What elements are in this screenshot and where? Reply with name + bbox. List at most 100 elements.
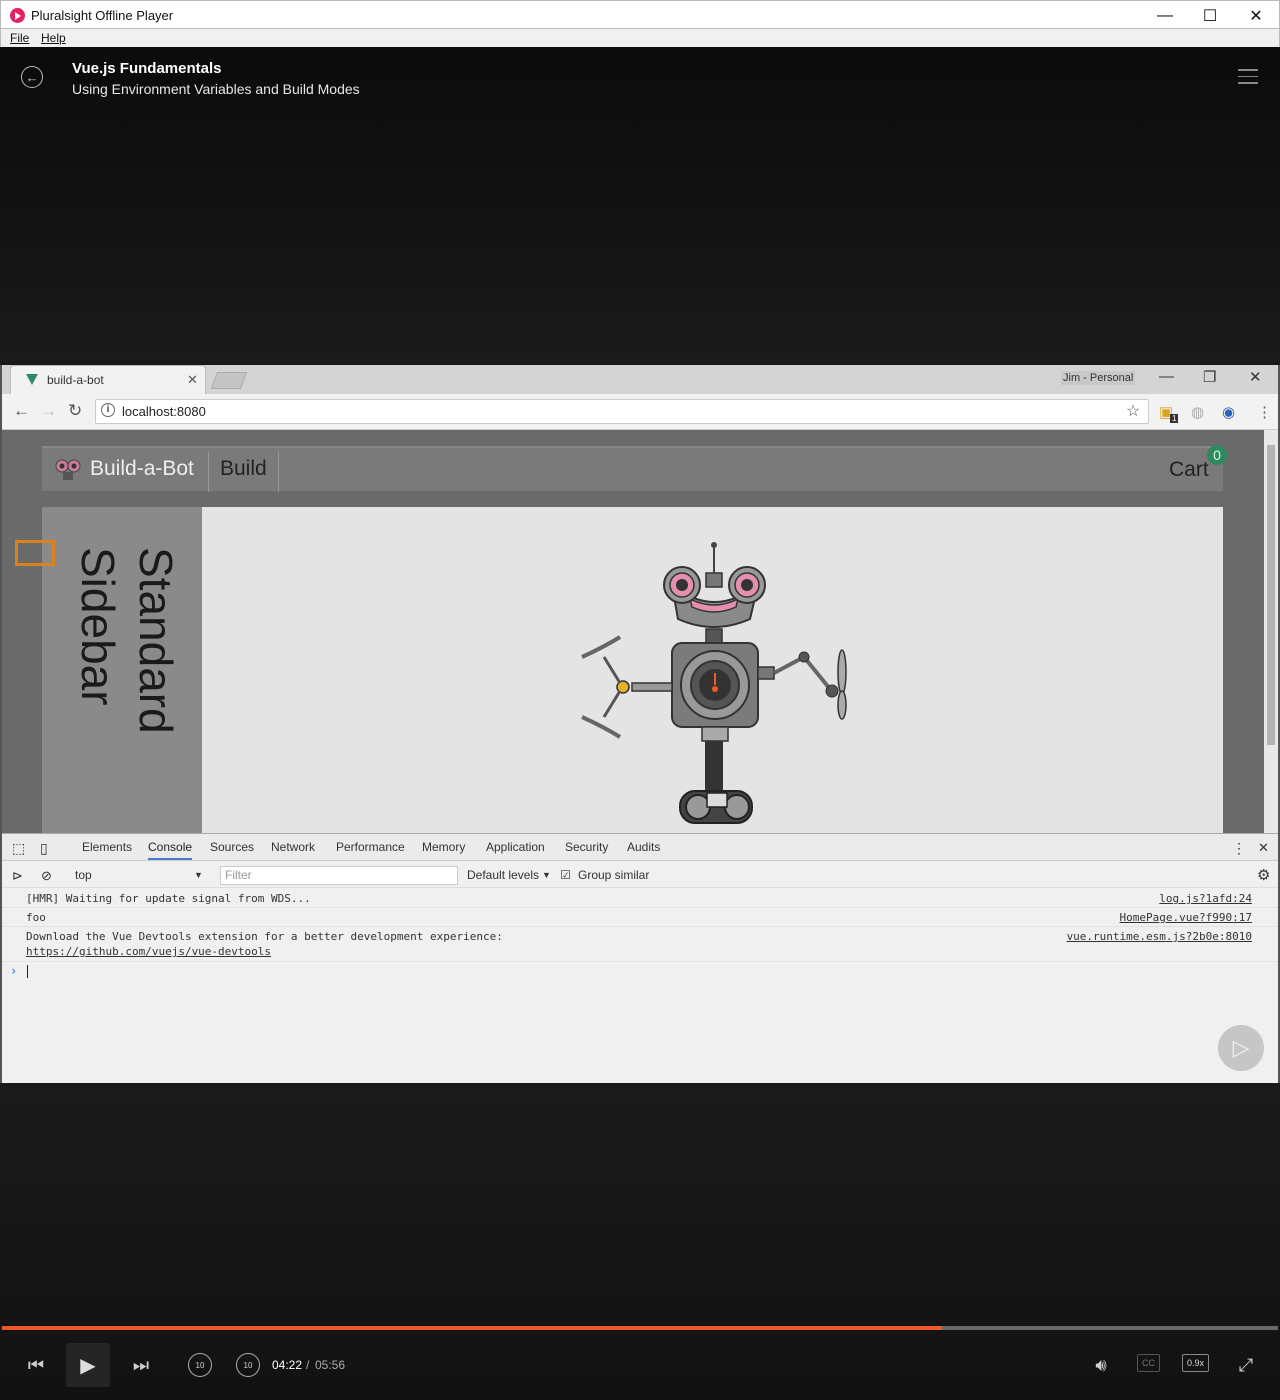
total-time: 05:56 [315,1358,346,1372]
devtools-menu-icon[interactable]: ⋮ [1232,840,1246,857]
clear-console-icon[interactable]: ⊘ [41,868,52,884]
page-scrollbar[interactable] [1264,430,1278,833]
maximize-button[interactable]: ☐ [1187,1,1233,30]
menu-help[interactable]: Help [41,31,66,45]
time-separator: / [306,1358,310,1372]
module-title: Using Environment Variables and Build Mo… [72,81,360,97]
scrollbar-thumb[interactable] [1267,445,1275,745]
tab-application[interactable]: Application [486,840,545,854]
skip-forward-10-icon[interactable]: 10 [236,1353,260,1377]
eye-extension-icon[interactable]: ◉ [1222,403,1235,421]
settings-gear-icon[interactable]: ⚙ [1257,866,1270,884]
browser-tab-title: build-a-bot [47,373,104,387]
bookmark-star-icon[interactable]: ☆ [1126,401,1140,421]
player-header: ← Vue.js Fundamentals Using Environment … [0,47,1280,365]
tab-security[interactable]: Security [565,840,608,854]
profile-label[interactable]: Jim - Personal [1061,371,1136,385]
address-bar[interactable]: i localhost:8080 ☆ [95,399,1149,424]
previous-clip-icon[interactable]: ⏮ [25,1353,47,1377]
captions-button[interactable]: CC [1137,1354,1160,1372]
site-nav: Build-a-Bot Build Cart 0 [42,445,1227,492]
player-controls: ⏮ ▶ ⏭ 10 10 04:22 / 05:56 🔊︎ CC 0.9x ⤢ [0,1083,1280,1400]
console-url-link[interactable]: https://github.com/vuejs/vue-devtools [26,945,271,958]
console-source-link[interactable]: HomePage.vue?f990:17 [1120,911,1252,924]
console-input[interactable] [27,965,28,978]
next-clip-icon[interactable]: ⏭ [130,1353,152,1377]
skip-back-10-icon[interactable]: 10 [188,1353,212,1377]
minimize-button[interactable]: — [1142,1,1188,30]
play-icon: ▶ [80,1354,96,1377]
tab-network[interactable]: Network [271,840,315,854]
nav-divider [208,452,209,492]
console-message-text: foo [26,911,46,924]
devtools-panel: ⬚ ▯ Elements Console Sources Network Per… [2,833,1278,1083]
current-time: 04:22 [272,1358,303,1372]
tab-performance[interactable]: Performance [336,840,405,854]
brand-link[interactable]: Build-a-Bot [90,457,194,481]
robot-logo-icon [55,459,81,480]
course-title: Vue.js Fundamentals [72,60,222,77]
tab-memory[interactable]: Memory [422,840,465,854]
filter-input[interactable]: Filter [220,866,458,885]
levels-chevron-icon[interactable]: ▼ [542,870,551,880]
console-message-text: [HMR] Waiting for update signal from WDS… [26,892,311,905]
tab-elements[interactable]: Elements [82,840,132,854]
devtools-tabbar: ⬚ ▯ Elements Console Sources Network Per… [2,834,1278,861]
extension-gray-icon[interactable]: ◍ [1191,403,1204,421]
cart-link[interactable]: Cart [1169,458,1209,482]
browser-close-icon[interactable]: ✕ [1249,368,1262,386]
tab-console[interactable]: Console [148,840,193,860]
console-prompt-icon: › [10,964,18,978]
reload-icon[interactable]: ↻ [68,401,82,421]
pluralsight-watermark-icon: ▷ [1218,1025,1264,1071]
log-levels-select[interactable]: Default levels [467,868,539,882]
console-source-link[interactable]: log.js?1afd:24 [1159,892,1252,905]
web-page: Build-a-Bot Build Cart 0 Standard Sideba… [2,430,1278,837]
back-arrow-icon[interactable]: ← [13,401,30,421]
progress-bar[interactable] [2,1326,1278,1330]
close-button[interactable]: ✕ [1233,1,1279,30]
browser-menu-icon[interactable]: ⋮ [1257,403,1272,421]
tab-audits[interactable]: Audits [627,840,660,854]
forward-arrow-icon[interactable]: → [40,401,57,421]
info-icon[interactable]: i [101,403,115,417]
console-message: Download the Vue Devtools extension for … [2,927,1278,962]
build-link[interactable]: Build [220,457,267,481]
tab-sources[interactable]: Sources [210,840,254,854]
sidebar-toggle-icon[interactable]: ⊳ [12,868,23,884]
video-frame[interactable]: build-a-bot ✕ Jim - Personal — ❐ ✕ ← → ↻… [0,365,1280,1083]
console-toolbar: ⊳ ⊘ top ▼ Filter Default levels ▼ ☑ Grou… [2,862,1278,888]
browser-restore-icon[interactable]: ❐ [1203,368,1216,386]
tab-close-icon[interactable]: ✕ [187,372,198,388]
robot-display [202,507,1223,837]
chevron-down-icon[interactable]: ▼ [194,870,203,880]
browser-minimize-icon[interactable]: — [1159,368,1174,385]
back-button[interactable]: ← [21,66,43,88]
device-toolbar-icon[interactable]: ▯ [40,840,48,857]
window-titlebar: Pluralsight Offline Player — ☐ ✕ [0,0,1280,29]
browser-tabstrip: build-a-bot ✕ Jim - Personal — ❐ ✕ [2,365,1278,394]
console-source-link[interactable]: vue.runtime.esm.js?2b0e:8010 [1067,930,1252,943]
robot-illustration [581,542,847,824]
console-message-text: Download the Vue Devtools extension for … [26,930,503,943]
play-button[interactable]: ▶ [66,1343,110,1387]
browser-tab[interactable]: build-a-bot ✕ [10,365,206,394]
extension-badge: 1 [1170,414,1179,423]
menu-bar: File Help [0,29,1280,47]
new-tab-button[interactable] [210,372,248,389]
group-similar-label: Group similar [578,868,650,882]
console-message: foo HomePage.vue?f990:17 [2,908,1278,927]
window-title: Pluralsight Offline Player [31,8,174,23]
devtools-close-icon[interactable]: ✕ [1258,840,1269,856]
context-select[interactable]: top [75,868,92,882]
fullscreen-icon[interactable]: ⤢ [1234,1353,1258,1377]
menu-file[interactable]: File [10,31,29,45]
browser-toolbar: ← → ↻ i localhost:8080 ☆ ▣ 1 ◍ ◉ ⋮ [2,394,1278,430]
inspect-element-icon[interactable]: ⬚ [12,840,25,857]
group-similar-checkbox[interactable]: ☑ [560,868,571,882]
highlight-annotation [15,540,55,566]
volume-icon[interactable]: 🔊︎ [1089,1353,1113,1377]
playback-speed-button[interactable]: 0.9x [1182,1354,1210,1372]
progress-fill [2,1326,943,1330]
menu-hamburger-icon[interactable] [1238,69,1258,85]
